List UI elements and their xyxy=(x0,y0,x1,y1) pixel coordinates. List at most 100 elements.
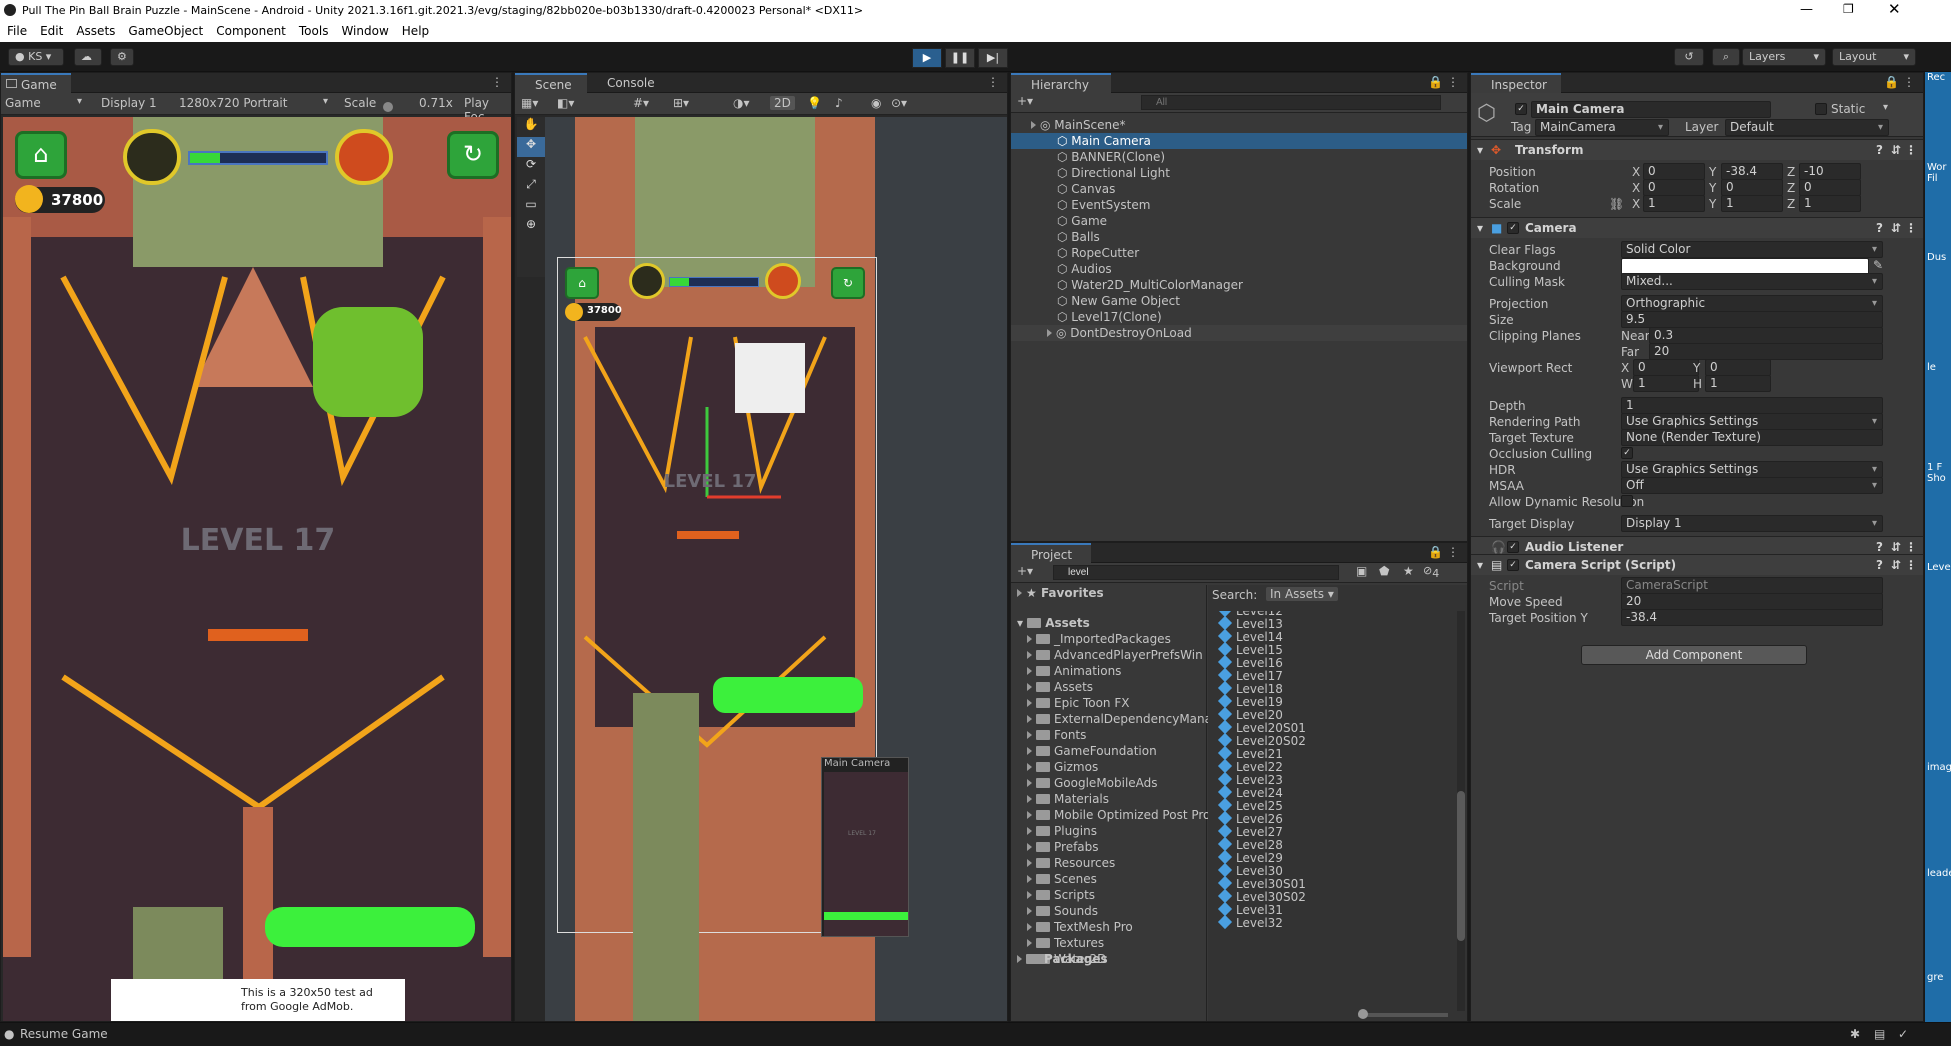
scale-tool-icon[interactable]: ⤢ xyxy=(517,177,545,197)
position-z-field[interactable]: -10 xyxy=(1799,163,1861,180)
folder-item[interactable]: Resources xyxy=(1011,855,1206,871)
gizmos-icon[interactable]: ⊙▾ xyxy=(891,96,907,110)
occlusion-culling-checkbox[interactable]: ✓ xyxy=(1621,447,1633,459)
projection-dropdown[interactable]: Orthographic xyxy=(1621,295,1883,312)
folder-item[interactable]: AdvancedPlayerPrefsWin xyxy=(1011,647,1206,663)
menu-window[interactable]: Window xyxy=(334,22,394,38)
transform-header[interactable]: ▾ ✥ Transform ? ⇵ ⋮ xyxy=(1471,139,1923,160)
help-icon[interactable]: ? xyxy=(1876,140,1883,160)
constrain-proportions-icon[interactable]: ⛓ xyxy=(1609,197,1624,211)
folder-item[interactable]: GameFoundation xyxy=(1011,743,1206,759)
audio-icon[interactable]: ♪ xyxy=(835,96,843,110)
culling-mask-dropdown[interactable]: Mixed... xyxy=(1621,273,1883,290)
add-object-button[interactable]: +▾ xyxy=(1017,94,1033,108)
light-icon[interactable]: 💡 xyxy=(807,96,822,110)
folder-item[interactable]: TextMesh Pro xyxy=(1011,919,1206,935)
snap-icon[interactable]: ⊞▾ xyxy=(673,96,689,110)
hierarchy-item-main-camera[interactable]: ⬡ Main Camera xyxy=(1011,133,1467,149)
rotation-z-field[interactable]: 0 xyxy=(1799,179,1861,196)
active-checkbox[interactable]: ✓ xyxy=(1515,103,1527,115)
panel-menu-icon[interactable]: ⋮ xyxy=(1447,75,1459,89)
folder-item[interactable]: Textures xyxy=(1011,935,1206,951)
favorite-icon[interactable]: ★ xyxy=(1403,564,1414,578)
menu-file[interactable]: File xyxy=(0,22,33,38)
favorites-row[interactable]: ★ Favorites xyxy=(1011,585,1206,601)
layout-dropdown[interactable]: Layout ▾ xyxy=(1832,48,1916,66)
bug-icon[interactable]: ✱ xyxy=(1850,1023,1860,1045)
folder-item[interactable]: Plugins xyxy=(1011,823,1206,839)
camera-enabled-checkbox[interactable]: ✓ xyxy=(1507,222,1519,234)
folder-item[interactable]: Mobile Optimized Post Pro xyxy=(1011,807,1210,823)
menu-component[interactable]: Component xyxy=(209,22,292,38)
lock-icon[interactable]: 🔒 xyxy=(1428,75,1443,89)
maximize-icon[interactable]: ❐ xyxy=(1843,2,1854,16)
preset-icon[interactable]: ⇵ xyxy=(1891,218,1901,238)
scene-view[interactable]: ⌂ ↻ 37800 LEVEL 17 Main Camera LEVEL 17 xyxy=(545,117,1007,1021)
status-text[interactable]: Resume Game xyxy=(20,1023,108,1045)
packages-row[interactable]: Packages xyxy=(1011,951,1206,967)
preset-icon[interactable]: ⇵ xyxy=(1891,555,1901,575)
folder-item[interactable]: Assets xyxy=(1011,679,1206,695)
move-tool-icon[interactable]: ✥ xyxy=(517,137,545,157)
test-ad-banner[interactable]: This is a 320x50 test ad from Google AdM… xyxy=(111,979,405,1021)
menu-help[interactable]: Help xyxy=(395,22,435,38)
menu-edit[interactable]: Edit xyxy=(33,22,69,38)
tab-game[interactable]: Game xyxy=(1,73,71,93)
scale-x-field[interactable]: 1 xyxy=(1643,195,1705,212)
hierarchy-item[interactable]: ⬡ BANNER(Clone) xyxy=(1011,149,1467,165)
filter-label-icon[interactable]: ⬟ xyxy=(1379,564,1389,578)
folder-item[interactable]: Scenes xyxy=(1011,871,1206,887)
assets-root-row[interactable]: ▾ Assets xyxy=(1011,615,1206,631)
near-field[interactable]: 0.3 xyxy=(1649,327,1883,344)
hierarchy-item[interactable]: ⬡ EventSystem xyxy=(1011,197,1467,213)
game-view[interactable]: ⌂ ↻ 37800 LEVEL 17 This is a 320x50 test… xyxy=(3,117,511,1021)
project-search-input[interactable] xyxy=(1053,565,1339,580)
minimize-icon[interactable]: — xyxy=(1800,2,1813,17)
cloud-icon[interactable]: ☁ xyxy=(74,48,102,66)
asset-result-item[interactable]: Level32 xyxy=(1208,914,1455,930)
draw-mode-icon[interactable]: ▦▾ xyxy=(521,96,538,110)
pause-button[interactable]: ❚❚ xyxy=(945,48,975,68)
hierarchy-item[interactable]: ⬡ Audios xyxy=(1011,261,1467,277)
hierarchy-item[interactable]: ⬡ Canvas xyxy=(1011,181,1467,197)
size-field[interactable]: 9.5 xyxy=(1621,311,1883,328)
hierarchy-item[interactable]: ⬡ Balls xyxy=(1011,229,1467,245)
hand-tool-icon[interactable]: ✋ xyxy=(517,117,545,137)
component-menu-icon[interactable]: ⋮ xyxy=(1905,140,1917,160)
msaa-dropdown[interactable]: Off xyxy=(1621,477,1883,494)
hierarchy-item[interactable]: ⬡ Water2D_MultiColorManager xyxy=(1011,277,1467,293)
position-x-field[interactable]: 0 xyxy=(1643,163,1705,180)
clear-flags-dropdown[interactable]: Solid Color xyxy=(1621,241,1883,258)
tab-project[interactable]: Project xyxy=(1011,543,1091,563)
rotation-x-field[interactable]: 0 xyxy=(1643,179,1705,196)
viewport-x-field[interactable]: 0 xyxy=(1633,359,1699,376)
rect-tool-icon[interactable]: ▭ xyxy=(517,197,545,217)
menu-tools[interactable]: Tools xyxy=(292,22,335,38)
visibility-icon[interactable]: ◉ xyxy=(871,96,881,110)
eyedropper-icon[interactable]: ✎ xyxy=(1873,258,1883,272)
lock-icon[interactable]: 🔒 xyxy=(1428,545,1443,559)
viewport-h-field[interactable]: 1 xyxy=(1705,375,1771,392)
help-icon[interactable]: ? xyxy=(1876,218,1883,238)
transform-tool-icon[interactable]: ⊕ xyxy=(517,217,545,237)
create-asset-button[interactable]: +▾ xyxy=(1017,564,1033,578)
scale-slider[interactable] xyxy=(383,102,393,112)
rotation-y-field[interactable]: 0 xyxy=(1721,179,1783,196)
tab-inspector[interactable]: Inspector xyxy=(1471,73,1561,93)
scale-z-field[interactable]: 1 xyxy=(1799,195,1861,212)
folder-item[interactable]: ExternalDependencyMana xyxy=(1011,711,1212,727)
component-menu-icon[interactable]: ⋮ xyxy=(1905,555,1917,575)
layers-dropdown[interactable]: Layers ▾ xyxy=(1742,48,1826,66)
folder-item[interactable]: Epic Toon FX xyxy=(1011,695,1206,711)
search-scope-dropdown[interactable]: In Assets ▾ xyxy=(1266,587,1338,601)
preset-icon[interactable]: ⇵ xyxy=(1891,140,1901,160)
target-position-y-field[interactable]: -38.4 xyxy=(1621,609,1883,626)
check-icon[interactable]: ✓ xyxy=(1898,1023,1908,1045)
folder-item[interactable]: Prefabs xyxy=(1011,839,1206,855)
folder-item[interactable]: Scripts xyxy=(1011,887,1206,903)
rotate-tool-icon[interactable]: ⟳ xyxy=(517,157,545,177)
far-field[interactable]: 20 xyxy=(1649,343,1883,360)
static-checkbox[interactable] xyxy=(1815,103,1827,115)
folder-item[interactable]: Gizmos xyxy=(1011,759,1206,775)
target-texture-field[interactable]: None (Render Texture) xyxy=(1621,429,1883,446)
